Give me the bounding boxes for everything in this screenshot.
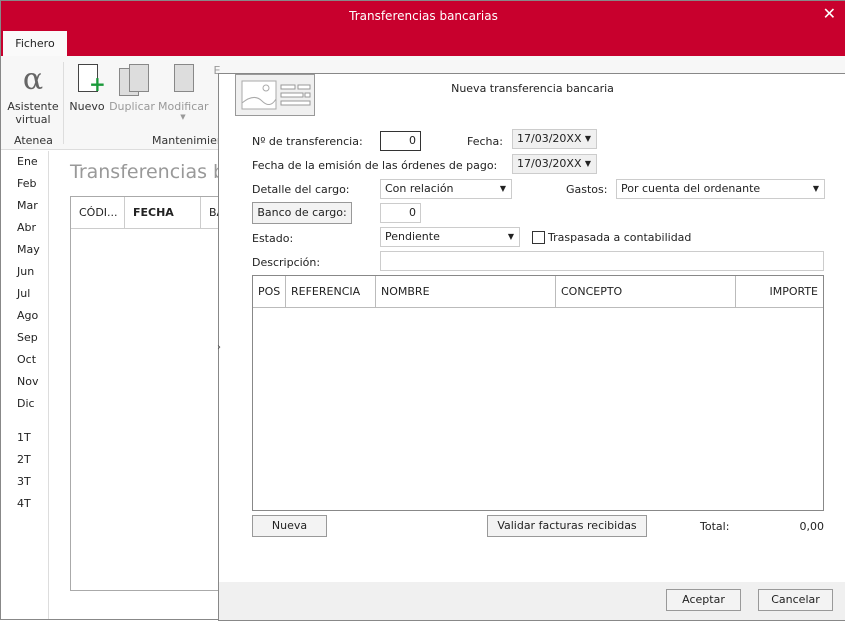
form-image-icon	[235, 74, 315, 116]
total-value: 0,00	[799, 520, 825, 533]
dialog-footer: Aceptar Cancelar	[219, 582, 845, 620]
detalle-select[interactable]: Con relación ▼	[380, 179, 512, 199]
emision-label: Fecha de la emisión de las órdenes de pa…	[252, 159, 498, 172]
emision-date-picker[interactable]: 17/03/20XX ▼	[512, 154, 597, 174]
edit-document-icon	[168, 64, 198, 96]
quarter-item[interactable]: 3T	[1, 471, 48, 493]
estado-value: Pendiente	[385, 230, 440, 243]
estado-label: Estado:	[252, 232, 294, 245]
detalle-label: Detalle del cargo:	[252, 183, 350, 196]
month-item[interactable]: Mar	[1, 195, 48, 217]
estado-select[interactable]: Pendiente ▼	[380, 227, 520, 247]
detalle-value: Con relación	[385, 182, 454, 195]
traspasada-label: Traspasada a contabilidad	[548, 231, 692, 244]
column-header[interactable]: IMPORTE	[736, 276, 823, 307]
quarter-item[interactable]: 1T	[1, 427, 48, 449]
column-header[interactable]: FECHA	[125, 197, 201, 228]
month-item[interactable]: Jul	[1, 283, 48, 305]
chevron-down-icon: ▼	[584, 159, 591, 168]
new-document-icon: +	[72, 64, 106, 96]
lines-grid: POS REFERENCIA NOMBRE CONCEPTO IMPORTE	[252, 275, 824, 511]
quarter-item[interactable]: 2T	[1, 449, 48, 471]
month-item[interactable]: Sep	[1, 327, 48, 349]
column-header[interactable]: POS	[253, 276, 286, 307]
nuevo-button[interactable]: + Nuevo	[69, 64, 106, 113]
descripcion-input[interactable]	[380, 251, 824, 271]
chevron-down-icon: ▼	[812, 184, 819, 193]
nueva-button[interactable]: Nueva	[252, 515, 327, 537]
tab-fichero[interactable]: Fichero	[3, 31, 67, 56]
fecha-date-picker[interactable]: 17/03/20XX ▼	[512, 129, 597, 149]
new-transfer-dialog: › Nueva transferencia bancaria Nº de tra…	[217, 73, 845, 621]
column-header[interactable]: CÓDI...	[71, 197, 125, 228]
gastos-value: Por cuenta del ordenante	[621, 182, 761, 195]
numero-input[interactable]: 0	[380, 131, 421, 151]
traspasada-checkbox[interactable]	[532, 231, 545, 244]
modificar-label: Modificar	[158, 100, 209, 113]
quarter-item[interactable]: 4T	[1, 493, 48, 515]
column-header[interactable]: CONCEPTO	[556, 276, 736, 307]
duplicar-label: Duplicar	[109, 100, 155, 113]
chevron-down-icon: ▼	[507, 232, 514, 241]
virtual-label: virtual	[15, 113, 51, 126]
month-list: Ene Feb Mar Abr May Jun Jul Ago Sep Oct …	[1, 151, 49, 619]
nuevo-label: Nuevo	[69, 100, 105, 113]
group-mantenimiento: Mantenimien	[152, 134, 224, 147]
gastos-label: Gastos:	[566, 183, 608, 196]
month-item[interactable]: Jun	[1, 261, 48, 283]
month-item[interactable]: Ene	[1, 151, 48, 173]
close-icon[interactable]: ✕	[823, 4, 836, 23]
duplicate-icon	[117, 64, 149, 96]
chevron-down-icon: ▼	[584, 134, 591, 143]
month-item[interactable]: Nov	[1, 371, 48, 393]
fecha-value: 17/03/20XX	[517, 132, 582, 145]
asistente-virtual-button[interactable]: α Asistente virtual	[7, 62, 59, 127]
validar-facturas-button[interactable]: Validar facturas recibidas	[487, 515, 647, 537]
chevron-down-icon: ▼	[499, 184, 506, 193]
dialog-title: Nueva transferencia bancaria	[451, 82, 614, 95]
fecha-label: Fecha:	[467, 135, 503, 148]
cancelar-button[interactable]: Cancelar	[758, 589, 833, 611]
banco-input[interactable]: 0	[380, 203, 421, 223]
month-item[interactable]: Oct	[1, 349, 48, 371]
title-bar: Transferencias bancarias ✕ Fichero	[1, 1, 845, 56]
window-title: Transferencias bancarias	[349, 9, 498, 23]
descripcion-label: Descripción:	[252, 256, 321, 269]
month-item[interactable]: Ago	[1, 305, 48, 327]
transfers-table: CÓDI... FECHA BA	[70, 196, 230, 591]
column-header[interactable]: REFERENCIA	[286, 276, 376, 307]
month-item[interactable]: Dic	[1, 393, 48, 415]
banco-de-cargo-button[interactable]: Banco de cargo:	[252, 202, 352, 224]
modificar-button[interactable]: Modificar ▼	[158, 64, 209, 121]
emision-value: 17/03/20XX	[517, 157, 582, 170]
month-item[interactable]: May	[1, 239, 48, 261]
month-item[interactable]: Feb	[1, 173, 48, 195]
column-header[interactable]: NOMBRE	[376, 276, 556, 307]
chevron-right-icon[interactable]: ›	[217, 342, 221, 353]
month-item[interactable]: Abr	[1, 217, 48, 239]
alpha-icon: α	[22, 62, 44, 97]
divider	[63, 62, 64, 144]
numero-label: Nº de transferencia:	[252, 135, 363, 148]
gastos-select[interactable]: Por cuenta del ordenante ▼	[616, 179, 825, 199]
aceptar-button[interactable]: Aceptar	[666, 589, 741, 611]
total-label: Total:	[700, 520, 730, 533]
duplicar-button[interactable]: Duplicar	[109, 64, 155, 113]
group-atenea: Atenea	[14, 134, 53, 147]
chevron-down-icon: ▼	[180, 113, 186, 121]
page-title: Transferencias ba	[70, 161, 237, 183]
asistente-label: Asistente	[7, 100, 59, 113]
